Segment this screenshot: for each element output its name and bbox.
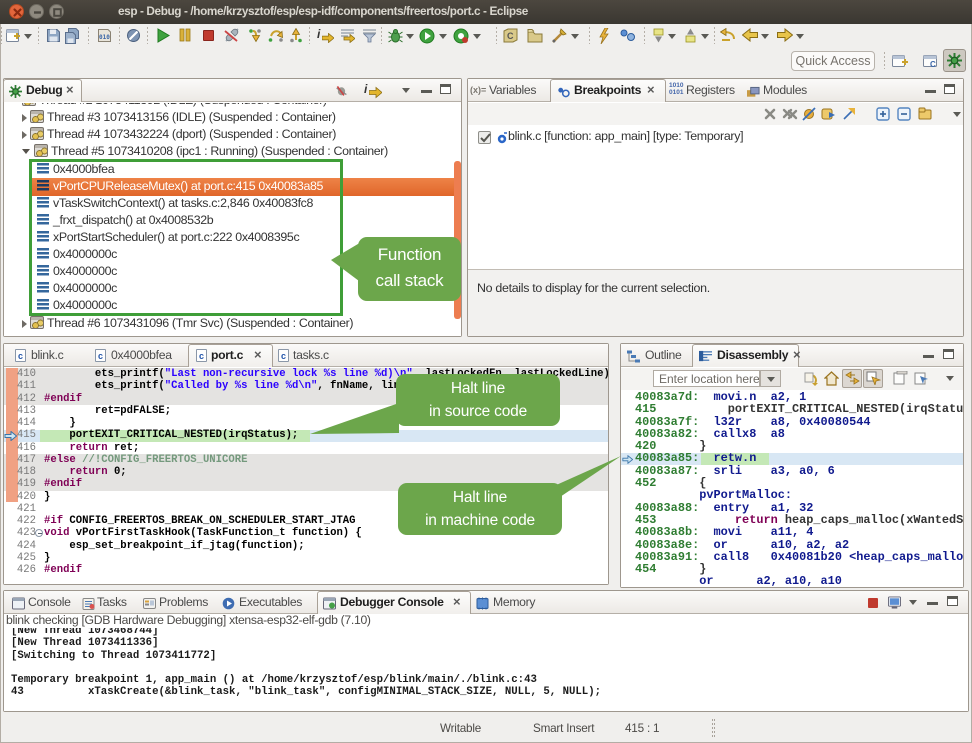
- svg-text:C: C: [930, 60, 936, 69]
- svg-text:C: C: [507, 31, 514, 41]
- svg-text:010: 010: [99, 34, 110, 41]
